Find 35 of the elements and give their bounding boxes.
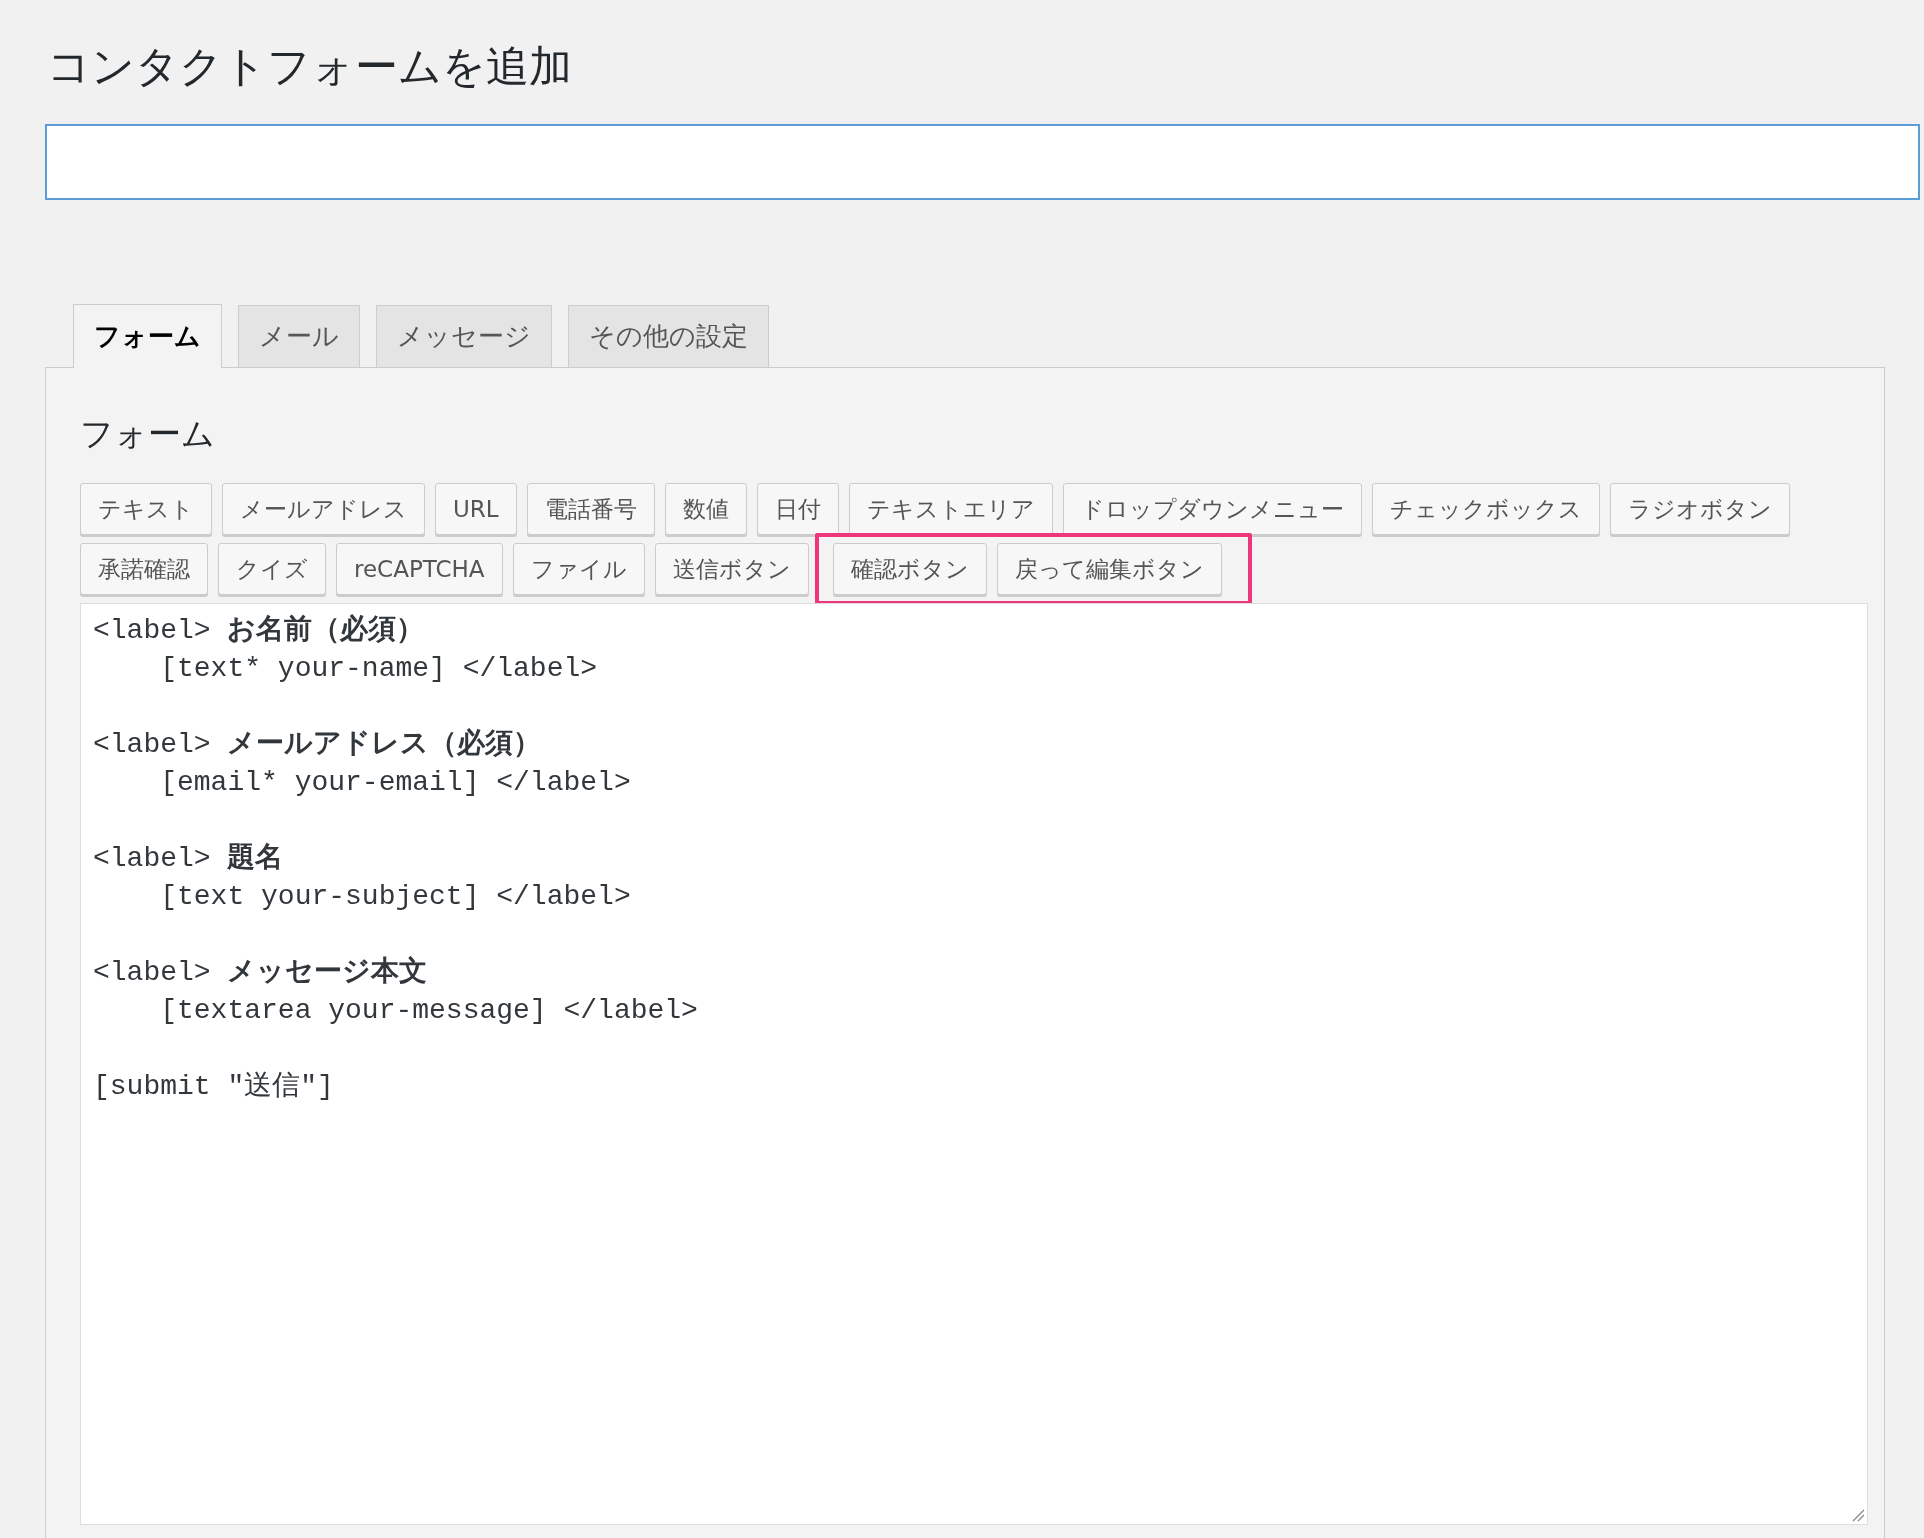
- tag-button[interactable]: メールアドレス: [222, 483, 425, 535]
- tab[interactable]: メッセージ: [376, 305, 552, 367]
- page-title: コンタクトフォームを追加: [47, 40, 573, 93]
- tag-button[interactable]: 戻って編集ボタン: [996, 543, 1222, 595]
- tag-button[interactable]: クイズ: [218, 543, 326, 595]
- code-line: [text your-subject] </label>: [159, 880, 631, 914]
- code-line: <label> お名前（必須）: [93, 613, 425, 648]
- code-editor-field[interactable]: <label> お名前（必須） [text* your-name] </label> <label> メールアドレス（必須） [email* your-email] </label> <label> 題名 [text your-subject] </label> <label> メッセージ本文 [textarea your-message] </label> [submit "送信"]: [80, 603, 1868, 1525]
- title-input-field[interactable]: [45, 124, 1920, 200]
- tag-button[interactable]: 送信ボタン: [654, 543, 809, 595]
- tab[interactable]: フォーム: [73, 304, 222, 368]
- tag-button[interactable]: 承諾確認: [80, 543, 208, 595]
- code-line: [submit "送信"]: [93, 1070, 334, 1104]
- code-line: <label> 題名: [93, 841, 284, 876]
- tag-button[interactable]: ドロップダウンメニュー: [1062, 483, 1362, 535]
- tag-button[interactable]: 確認ボタン: [832, 543, 987, 595]
- tab[interactable]: その他の設定: [568, 305, 769, 367]
- tab[interactable]: メール: [238, 305, 360, 367]
- tag-button[interactable]: URL: [435, 483, 517, 535]
- tag-button[interactable]: 電話番号: [526, 483, 655, 535]
- code-line: <label> メールアドレス（必須）: [93, 727, 542, 762]
- code-line: <label> メッセージ本文: [93, 955, 428, 990]
- tag-button[interactable]: reCAPTCHA: [336, 543, 503, 595]
- tag-button[interactable]: ラジオボタン: [1609, 483, 1790, 535]
- panel-heading: フォーム: [80, 413, 216, 455]
- code-line: [textarea your-message] </label>: [159, 994, 698, 1028]
- tag-button[interactable]: 日付: [756, 483, 839, 535]
- tag-button[interactable]: チェックボックス: [1371, 483, 1600, 535]
- resize-grip-icon[interactable]: [1851, 1508, 1865, 1522]
- code-line: [text* your-name] </label>: [159, 652, 598, 686]
- tag-button[interactable]: 数値: [664, 483, 747, 535]
- tag-button[interactable]: ファイル: [512, 543, 645, 595]
- code-line: [email* your-email] </label>: [159, 766, 631, 800]
- tag-button[interactable]: テキスト: [80, 483, 212, 535]
- tag-button[interactable]: テキストエリア: [848, 483, 1053, 535]
